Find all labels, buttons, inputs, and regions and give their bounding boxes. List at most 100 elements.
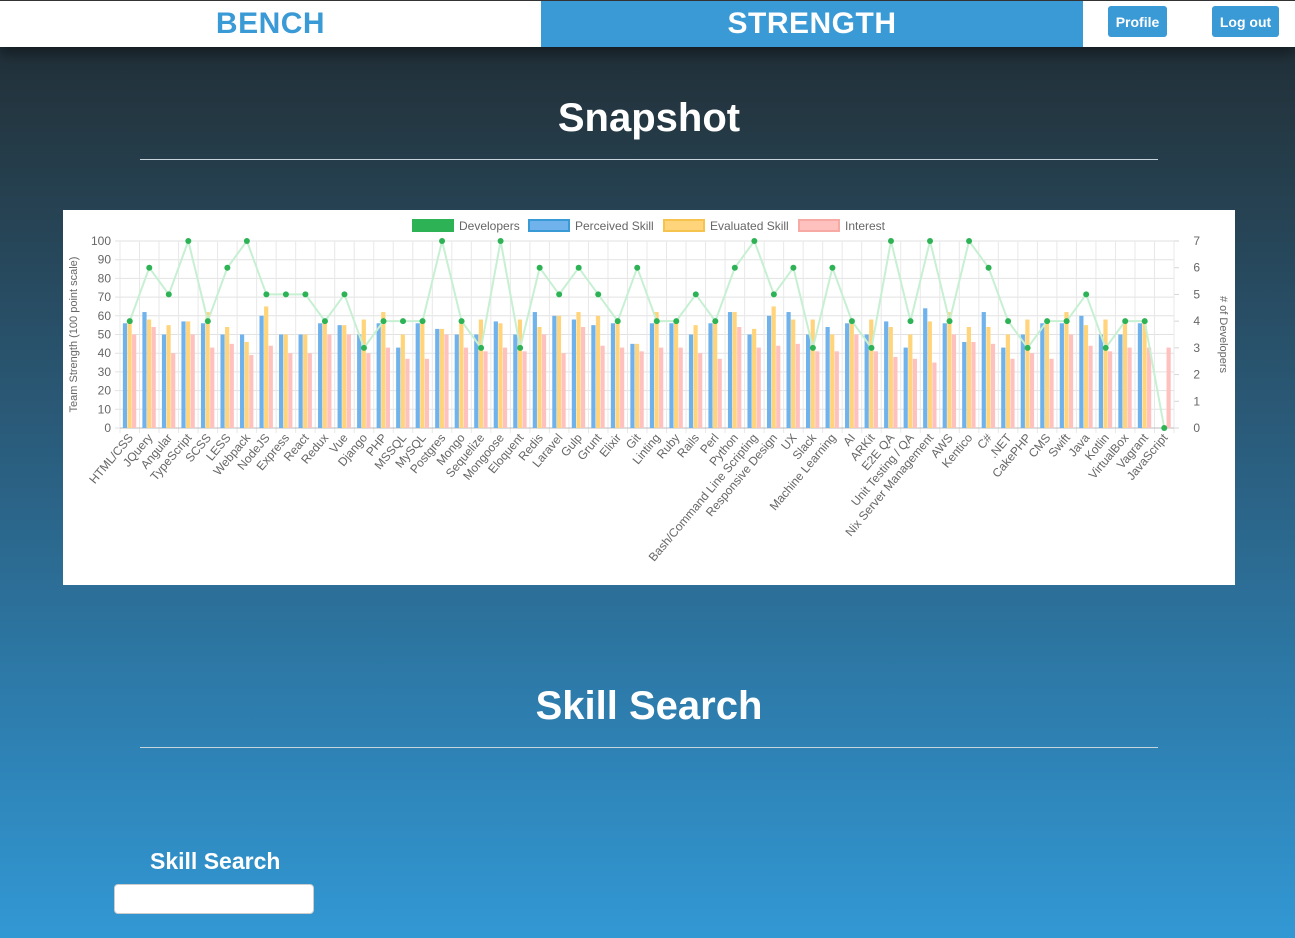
- developers-point: [790, 264, 797, 271]
- logout-button[interactable]: Log out: [1212, 6, 1279, 37]
- bar-interest: [1107, 351, 1113, 428]
- bar-evaluated-skill: [888, 327, 893, 428]
- bar-interest: [873, 351, 878, 428]
- bar-interest: [795, 343, 800, 428]
- bar-evaluated-skill: [908, 334, 913, 428]
- skill-search-input[interactable]: [114, 884, 314, 914]
- developers-point: [185, 238, 192, 244]
- bar-perceived-skill: [903, 347, 908, 428]
- bar-evaluated-skill: [1025, 319, 1030, 428]
- bar-perceived-skill: [942, 323, 947, 428]
- bar-interest: [210, 347, 215, 428]
- bar-perceived-skill: [279, 334, 284, 428]
- bar-evaluated-skill: [830, 334, 835, 428]
- bar-perceived-skill: [239, 334, 245, 428]
- legend-swatch: [528, 219, 570, 232]
- developers-point: [927, 238, 934, 244]
- developers-point: [458, 318, 465, 325]
- bar-perceived-skill: [259, 315, 264, 428]
- bar-interest: [756, 347, 761, 428]
- developers-point: [400, 318, 407, 325]
- bar-interest: [854, 334, 859, 428]
- developers-point: [302, 291, 309, 298]
- developers-point: [536, 264, 543, 271]
- bar-evaluated-skill: [420, 319, 425, 428]
- bar-perceived-skill: [474, 334, 479, 428]
- bar-evaluated-skill: [693, 325, 698, 428]
- y-tick-label: 0: [104, 421, 111, 435]
- bar-perceived-skill: [552, 315, 557, 428]
- developers-point: [360, 344, 367, 351]
- bar-interest: [912, 358, 917, 428]
- bar-interest: [249, 355, 254, 428]
- bar-interest: [600, 345, 605, 428]
- bar-interest: [737, 327, 742, 428]
- chart-svg: 010203040506070809010001234567HTML/CSSJQ…: [68, 219, 1229, 564]
- developers-point: [341, 291, 348, 298]
- bar-interest: [893, 356, 898, 428]
- bar-perceived-skill: [454, 334, 459, 428]
- bar-interest: [444, 334, 449, 428]
- bar-interest: [483, 351, 488, 428]
- bar-interest: [463, 347, 469, 428]
- bar-perceived-skill: [669, 323, 674, 428]
- developers-point: [985, 264, 992, 271]
- bar-perceived-skill: [649, 323, 655, 428]
- bar-perceived-skill: [845, 323, 850, 428]
- y-axis-title: Team Strength (100 point scale): [68, 257, 80, 413]
- developers-point: [556, 291, 563, 298]
- bar-interest: [717, 358, 722, 428]
- x-tick-label: Elixir: [597, 431, 624, 460]
- bar-evaluated-skill: [264, 306, 269, 428]
- legend-label: Perceived Skill: [575, 219, 654, 233]
- bar-evaluated-skill: [283, 334, 288, 428]
- tab-bench[interactable]: BENCH: [0, 1, 541, 47]
- bar-interest: [268, 345, 273, 428]
- bar-perceived-skill: [1137, 323, 1143, 428]
- y-tick-label: 60: [98, 309, 112, 323]
- profile-button[interactable]: Profile: [1108, 6, 1167, 37]
- bar-perceived-skill: [708, 323, 713, 428]
- tab-strength[interactable]: STRENGTH: [541, 1, 1083, 47]
- developers-point: [712, 318, 719, 325]
- bar-evaluated-skill: [439, 328, 444, 428]
- bar-evaluated-skill: [986, 327, 991, 428]
- bar-interest: [1049, 358, 1054, 428]
- developers-point: [946, 318, 953, 325]
- bar-perceived-skill: [591, 325, 596, 428]
- bar-evaluated-skill: [400, 334, 405, 428]
- bar-perceived-skill: [610, 323, 616, 428]
- developers-point: [575, 264, 582, 271]
- bar-evaluated-skill: [673, 319, 679, 428]
- bar-perceived-skill: [727, 312, 733, 428]
- bar-evaluated-skill: [947, 312, 952, 428]
- y2-tick-label: 0: [1193, 421, 1200, 435]
- developers-point: [751, 238, 758, 244]
- developers-point: [1102, 344, 1109, 351]
- bar-interest: [346, 334, 351, 428]
- bar-evaluated-skill: [732, 312, 737, 428]
- snapshot-divider: [140, 159, 1158, 160]
- bar-evaluated-skill: [459, 321, 464, 428]
- bar-interest: [561, 353, 566, 428]
- y-tick-label: 20: [98, 384, 112, 398]
- bar-interest: [1029, 353, 1035, 428]
- bar-evaluated-skill: [966, 327, 971, 428]
- developers-point: [595, 291, 602, 298]
- bar-interest: [502, 347, 508, 428]
- bar-evaluated-skill: [615, 319, 620, 428]
- bar-interest: [932, 362, 937, 428]
- bar-perceived-skill: [181, 321, 186, 428]
- bar-evaluated-skill: [303, 334, 308, 428]
- y-tick-label: 70: [98, 290, 112, 304]
- developers-point: [966, 238, 973, 244]
- bar-evaluated-skill: [1103, 319, 1108, 428]
- bar-perceived-skill: [571, 319, 576, 428]
- bar-interest: [639, 351, 644, 428]
- bar-perceived-skill: [825, 327, 830, 428]
- developers-point: [692, 291, 699, 298]
- bar-perceived-skill: [806, 334, 811, 428]
- bar-interest: [1068, 334, 1074, 428]
- bar-evaluated-skill: [537, 327, 542, 428]
- y2-tick-label: 6: [1193, 261, 1200, 275]
